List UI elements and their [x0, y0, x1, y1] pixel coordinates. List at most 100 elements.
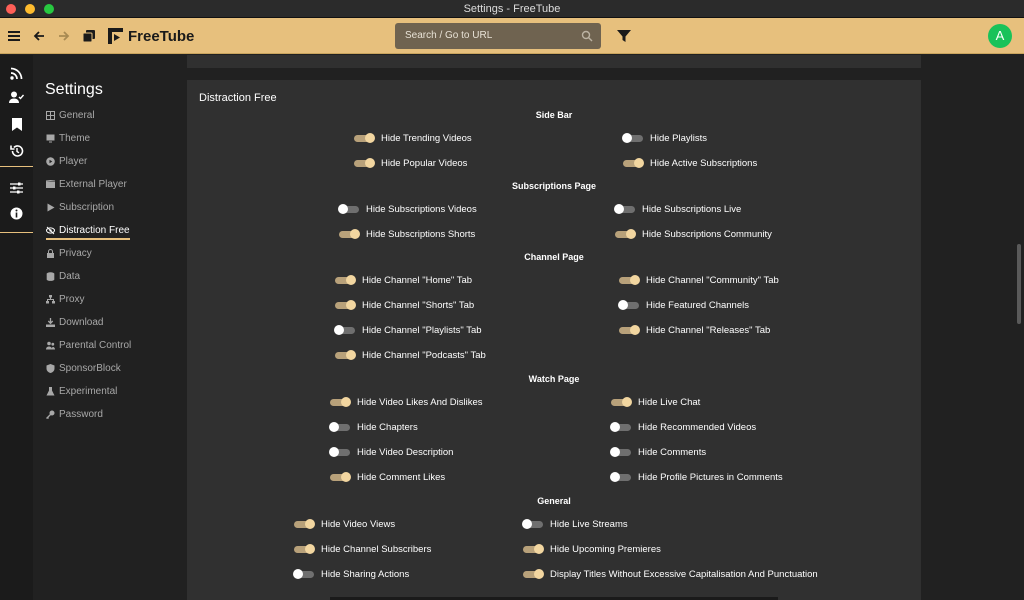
sidebar-item-label: Experimental	[59, 385, 118, 397]
toggle-switch[interactable]	[338, 228, 360, 240]
option-hide-featured-channels[interactable]: Hide Featured Channels	[618, 298, 749, 312]
toggle-switch[interactable]	[293, 543, 315, 555]
option-hide-chapters[interactable]: Hide Chapters	[329, 420, 418, 434]
freetube-logo[interactable]: FreeTube	[108, 18, 194, 54]
toggle-switch[interactable]	[610, 446, 632, 458]
toggle-switch[interactable]	[522, 518, 544, 530]
search-placeholder: Search / Go to URL	[405, 30, 493, 41]
sidebar-item-external-player[interactable]: External Player	[46, 176, 127, 192]
sidebar-item-sponsorblock[interactable]: SponsorBlock	[46, 360, 121, 376]
sidebar-item-theme[interactable]: Theme	[46, 130, 90, 146]
toggle-switch[interactable]	[293, 518, 315, 530]
option-hide-subscriptions-videos[interactable]: Hide Subscriptions Videos	[338, 202, 477, 216]
grid-icon	[46, 110, 55, 120]
page-scrollbar[interactable]	[1017, 244, 1021, 324]
toggle-switch[interactable]	[329, 471, 351, 483]
toggle-switch[interactable]	[618, 299, 640, 311]
toggle-switch[interactable]	[622, 157, 644, 169]
option-hide-channel-subscribers[interactable]: Hide Channel Subscribers	[293, 542, 431, 556]
toggle-switch[interactable]	[334, 349, 356, 361]
toggle-switch[interactable]	[610, 396, 632, 408]
sidebar-item-data[interactable]: Data	[46, 268, 80, 284]
option-hide-channel-home-tab[interactable]: Hide Channel "Home" Tab	[334, 273, 472, 287]
toggle-switch[interactable]	[334, 324, 356, 336]
toggle-switch[interactable]	[610, 421, 632, 433]
option-hide-playlists[interactable]: Hide Playlists	[622, 131, 707, 145]
option-hide-profile-pictures-in-comments[interactable]: Hide Profile Pictures in Comments	[610, 470, 783, 484]
toggle-switch[interactable]	[522, 568, 544, 580]
new-window-icon[interactable]	[81, 18, 97, 54]
window-titlebar: Settings - FreeTube	[0, 0, 1024, 18]
menu-icon[interactable]	[6, 18, 22, 54]
toggle-switch[interactable]	[622, 132, 644, 144]
option-hide-active-subscriptions[interactable]: Hide Active Subscriptions	[622, 156, 757, 170]
option-hide-channel-community-tab[interactable]: Hide Channel "Community" Tab	[618, 273, 779, 287]
rss-icon[interactable]	[8, 65, 25, 82]
profile-avatar[interactable]: A	[988, 24, 1012, 48]
option-hide-subscriptions-shorts[interactable]: Hide Subscriptions Shorts	[338, 227, 475, 241]
toggle-switch[interactable]	[353, 132, 375, 144]
option-hide-comments[interactable]: Hide Comments	[610, 445, 706, 459]
sidebar-item-parental-control[interactable]: Parental Control	[46, 337, 131, 353]
sidebar-item-label: General	[59, 109, 95, 121]
toggle-switch[interactable]	[522, 543, 544, 555]
toggle-switch[interactable]	[329, 396, 351, 408]
option-hide-upcoming-premieres[interactable]: Hide Upcoming Premieres	[522, 542, 661, 556]
bookmark-icon[interactable]	[8, 116, 25, 133]
sidebar-item-proxy[interactable]: Proxy	[46, 291, 85, 307]
sliders-icon[interactable]	[8, 179, 25, 196]
option-hide-sharing-actions[interactable]: Hide Sharing Actions	[293, 567, 409, 581]
option-hide-popular-videos[interactable]: Hide Popular Videos	[353, 156, 467, 170]
sidebar-item-distraction-free[interactable]: Distraction Free	[46, 222, 130, 238]
logo-text: FreeTube	[128, 27, 195, 45]
search-input[interactable]: Search / Go to URL	[395, 23, 601, 49]
option-hide-live-streams[interactable]: Hide Live Streams	[522, 517, 628, 531]
toggle-switch[interactable]	[334, 299, 356, 311]
history-icon[interactable]	[8, 142, 25, 159]
filter-icon[interactable]	[617, 18, 631, 54]
option-hide-video-description[interactable]: Hide Video Description	[329, 445, 453, 459]
section-title-subscriptions-page: Subscriptions Page	[511, 181, 597, 191]
option-hide-comment-likes[interactable]: Hide Comment Likes	[329, 470, 445, 484]
option-display-titles-without-excessive-capitalisation[interactable]: Display Titles Without Excessive Capital…	[522, 567, 818, 581]
toggle-switch[interactable]	[334, 274, 356, 286]
toggle-switch[interactable]	[618, 324, 640, 336]
sidebar-item-player[interactable]: Player	[46, 153, 87, 169]
toggle-switch[interactable]	[614, 203, 636, 215]
option-hide-trending-videos[interactable]: Hide Trending Videos	[353, 131, 472, 145]
user-check-icon[interactable]	[8, 89, 25, 106]
sidebar-item-general[interactable]: General	[46, 107, 95, 123]
back-arrow-icon[interactable]	[31, 18, 47, 54]
option-hide-video-likes-and-dislikes[interactable]: Hide Video Likes And Dislikes	[329, 395, 483, 409]
lock-icon	[47, 248, 54, 258]
distraction-free-card: Distraction Free Side Bar Hide Trending …	[187, 80, 921, 600]
sidebar-item-privacy[interactable]: Privacy	[46, 245, 92, 261]
eye-slash-icon	[46, 226, 55, 234]
sidebar-item-subscription[interactable]: Subscription	[46, 199, 114, 215]
option-hide-video-views[interactable]: Hide Video Views	[293, 517, 395, 531]
sidebar-item-password[interactable]: Password	[46, 406, 103, 422]
option-hide-subscriptions-community[interactable]: Hide Subscriptions Community	[614, 227, 772, 241]
rail-divider	[0, 166, 33, 167]
search-icon[interactable]	[581, 29, 593, 47]
option-hide-recommended-videos[interactable]: Hide Recommended Videos	[610, 420, 756, 434]
toggle-switch[interactable]	[610, 471, 632, 483]
forward-arrow-icon[interactable]	[56, 18, 72, 54]
toggle-switch[interactable]	[329, 446, 351, 458]
toggle-switch[interactable]	[338, 203, 360, 215]
option-hide-channel-shorts-tab[interactable]: Hide Channel "Shorts" Tab	[334, 298, 474, 312]
toggle-switch[interactable]	[614, 228, 636, 240]
toggle-switch[interactable]	[353, 157, 375, 169]
toggle-switch[interactable]	[329, 421, 351, 433]
option-hide-channel-playlists-tab[interactable]: Hide Channel "Playlists" Tab	[334, 323, 482, 337]
option-hide-channel-podcasts-tab[interactable]: Hide Channel "Podcasts" Tab	[334, 348, 486, 362]
option-hide-subscriptions-live[interactable]: Hide Subscriptions Live	[614, 202, 741, 216]
active-indicator	[46, 238, 130, 240]
toggle-switch[interactable]	[618, 274, 640, 286]
option-hide-channel-releases-tab[interactable]: Hide Channel "Releases" Tab	[618, 323, 770, 337]
toggle-switch[interactable]	[293, 568, 315, 580]
info-icon[interactable]	[8, 205, 25, 222]
sidebar-item-experimental[interactable]: Experimental	[46, 383, 117, 399]
option-hide-live-chat[interactable]: Hide Live Chat	[610, 395, 700, 409]
sidebar-item-download[interactable]: Download	[46, 314, 103, 330]
